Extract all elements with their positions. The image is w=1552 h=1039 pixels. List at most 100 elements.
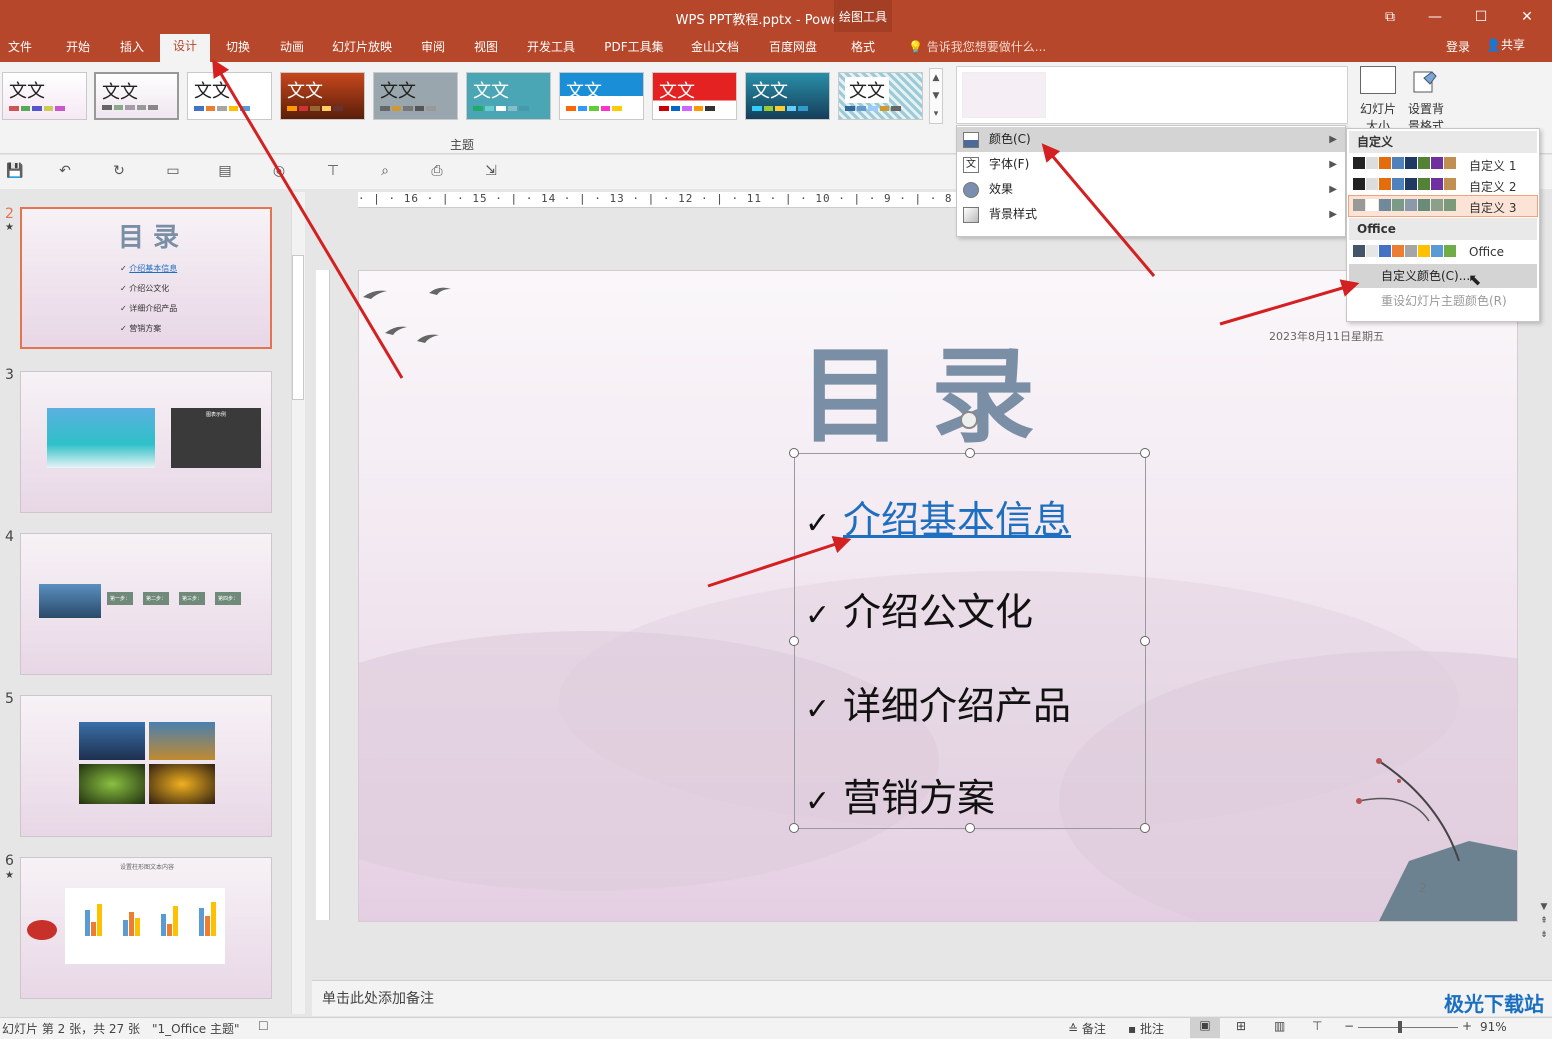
tab-review[interactable]: 审阅	[416, 38, 450, 60]
tab-transitions[interactable]: 切换	[220, 38, 256, 60]
slide-count-status: 幻灯片 第 2 张，共 27 张	[2, 1022, 140, 1036]
custom-color-2[interactable]: 自定义 2	[1349, 175, 1537, 195]
zoom-out-icon[interactable]: −	[1344, 1019, 1354, 1033]
theme-2-selected[interactable]: 文文	[94, 72, 179, 120]
save-icon[interactable]: 💾	[4, 160, 26, 182]
print-icon[interactable]: ⎙	[426, 160, 448, 182]
lake-image	[39, 584, 101, 618]
font-icon: 文	[963, 157, 979, 173]
custom-color-1[interactable]: 自定义 1	[1349, 154, 1537, 174]
beach-image	[47, 408, 155, 468]
tab-baidu-disk[interactable]: 百度网盘	[764, 38, 822, 60]
custom-color-3[interactable]: 自定义 3	[1348, 195, 1538, 217]
tab-home[interactable]: 开始	[60, 38, 96, 60]
thumb-title: 目 录	[118, 223, 180, 253]
thumb-number: 3	[5, 367, 14, 383]
bullet-item[interactable]: ✓ 详细介绍产品	[805, 675, 1071, 730]
present-icon[interactable]: ⊤	[322, 160, 344, 182]
normal-view-icon[interactable]: ▣	[1190, 1018, 1220, 1038]
theme-3[interactable]: 文文	[187, 72, 272, 120]
slide-title[interactable]: 目录	[799, 311, 1063, 462]
close-button[interactable]: ✕	[1512, 6, 1542, 28]
bullet-item[interactable]: ✓ 介绍公文化	[805, 581, 1033, 636]
tell-me-search[interactable]: 💡 告诉我您想要做什么...	[908, 38, 1046, 55]
tab-insert[interactable]: 插入	[114, 38, 150, 60]
zoom-level[interactable]: 91%	[1480, 1020, 1507, 1034]
tab-format[interactable]: 格式	[840, 38, 886, 60]
reading-view-icon[interactable]: ▥	[1274, 1019, 1285, 1033]
theme-5[interactable]: 文文	[373, 72, 458, 120]
thumb-bullets: ✓ 介绍基本信息 ✓ 介绍公文化 ✓ 详细介绍产品 ✓ 营销方案	[120, 264, 178, 333]
thumbnail-slide-5[interactable]	[20, 695, 272, 837]
window-title: WPS PPT教程.pptx - PowerPoint	[675, 13, 877, 28]
customize-colors-button[interactable]: 自定义颜色(C)...	[1349, 264, 1537, 288]
slideshow-view-icon[interactable]: ⊤	[1312, 1019, 1322, 1033]
thumbnail-slide-3[interactable]: 图表示例	[20, 371, 272, 513]
rotate-handle-icon[interactable]	[960, 411, 978, 429]
spellcheck-icon[interactable]: ☐	[258, 1019, 269, 1033]
zoom-in-icon[interactable]: +	[1462, 1019, 1472, 1033]
chevron-right-icon: ▶	[1329, 134, 1337, 145]
new-slide-icon[interactable]: ▭	[162, 160, 184, 182]
zoom-slider[interactable]	[1358, 1027, 1458, 1028]
comments-toggle-button[interactable]: ▪ 批注	[1128, 1020, 1164, 1037]
tab-animations[interactable]: 动画	[274, 38, 310, 60]
theme-6[interactable]: 文文	[466, 72, 551, 120]
zoom-slider-thumb[interactable]	[1398, 1021, 1402, 1033]
theme-10[interactable]: 文文	[838, 72, 923, 120]
notes-placeholder[interactable]: 单击此处添加备注	[322, 988, 434, 1008]
variant-swatch[interactable]	[962, 72, 1046, 118]
editor-scroll-arrows[interactable]: ▼ ⇞ ⇟	[1538, 900, 1550, 960]
check-icon: ✓	[805, 598, 831, 633]
thumbnail-slide-6[interactable]: 设置柱形图文本内容	[20, 857, 272, 999]
menu-fonts[interactable]: 文字体(F) ▶	[957, 152, 1345, 177]
slideshow-icon[interactable]: ◎	[268, 160, 290, 182]
tab-kdocs[interactable]: 金山文档	[686, 38, 744, 60]
check-icon: ✓	[805, 506, 831, 541]
theme-1[interactable]: 文文	[2, 72, 87, 120]
theme-8[interactable]: 文文	[652, 72, 737, 120]
theme-9[interactable]: 文文	[745, 72, 830, 120]
slide-page-number: 2	[1419, 881, 1427, 895]
tab-developer[interactable]: 开发工具	[522, 38, 580, 60]
menu-colors[interactable]: 颜色(C) ▶	[957, 127, 1345, 152]
share-button[interactable]: 👤共享	[1486, 36, 1525, 53]
bullet-item[interactable]: ✓ 营销方案	[805, 767, 995, 822]
minimize-button[interactable]: —	[1420, 6, 1450, 28]
layout-icon[interactable]: ▤	[214, 160, 236, 182]
theme-7[interactable]: 文文	[559, 72, 644, 120]
bullet-item[interactable]: ✓ 介绍基本信息	[805, 489, 1071, 544]
thumbnail-slide-4[interactable]: 第一步： 第二步： 第三步： 第四步：	[20, 533, 272, 675]
notes-toggle-button[interactable]: ≙ 备注	[1068, 1020, 1106, 1037]
theme-4[interactable]: 文文	[280, 72, 365, 120]
drawing-tools-label: 绘图工具	[838, 10, 887, 24]
format-background-icon[interactable]	[1410, 68, 1438, 96]
reset-theme-colors-button: 重设幻灯片主题颜色(R)	[1381, 294, 1507, 308]
thumbnail-slide-2[interactable]: 目 录 ✓ 介绍基本信息 ✓ 介绍公文化 ✓ 详细介绍产品 ✓ 营销方案	[20, 207, 272, 349]
panel-scroll-thumb[interactable]	[292, 255, 304, 400]
tab-pdf-tools[interactable]: PDF工具集	[600, 38, 668, 60]
tab-view[interactable]: 视图	[468, 38, 504, 60]
slide-sorter-icon[interactable]: ⊞	[1236, 1019, 1246, 1033]
redo-icon[interactable]: ↻	[108, 160, 130, 182]
export-icon[interactable]: ⇲	[480, 160, 502, 182]
theme-gallery-scroll[interactable]: ▲ ▼ ▾	[929, 68, 943, 124]
menu-effects[interactable]: 效果 ▶	[957, 177, 1345, 202]
preview-icon[interactable]: ⌕	[374, 160, 396, 182]
maximize-button[interactable]: ☐	[1466, 6, 1496, 28]
lightbulb-icon: 💡	[908, 40, 923, 54]
theme-group-label: 主题	[450, 138, 475, 152]
ribbon-display-icon[interactable]: ⧉	[1375, 6, 1405, 28]
slide-size-icon[interactable]	[1360, 66, 1396, 94]
office-color[interactable]: Office	[1349, 242, 1537, 262]
undo-icon[interactable]: ↶	[54, 160, 76, 182]
current-slide[interactable]: 目录 2023年8月11日星期五 ✓ 介绍基本信息 ✓ 介绍公文化 ✓ 详细介绍产品 …	[358, 270, 1518, 922]
tab-file[interactable]: 文件	[4, 38, 36, 60]
animation-star-icon: ★	[5, 222, 14, 233]
notes-pane[interactable]	[312, 980, 1552, 1016]
tab-design[interactable]: 设计	[160, 34, 210, 62]
tab-slideshow[interactable]: 幻灯片放映	[328, 38, 396, 60]
menu-background-styles[interactable]: 背景样式 ▶	[957, 202, 1345, 227]
login-link[interactable]: 登录	[1446, 38, 1470, 55]
hyperlink-text[interactable]: 介绍基本信息	[843, 498, 1071, 542]
